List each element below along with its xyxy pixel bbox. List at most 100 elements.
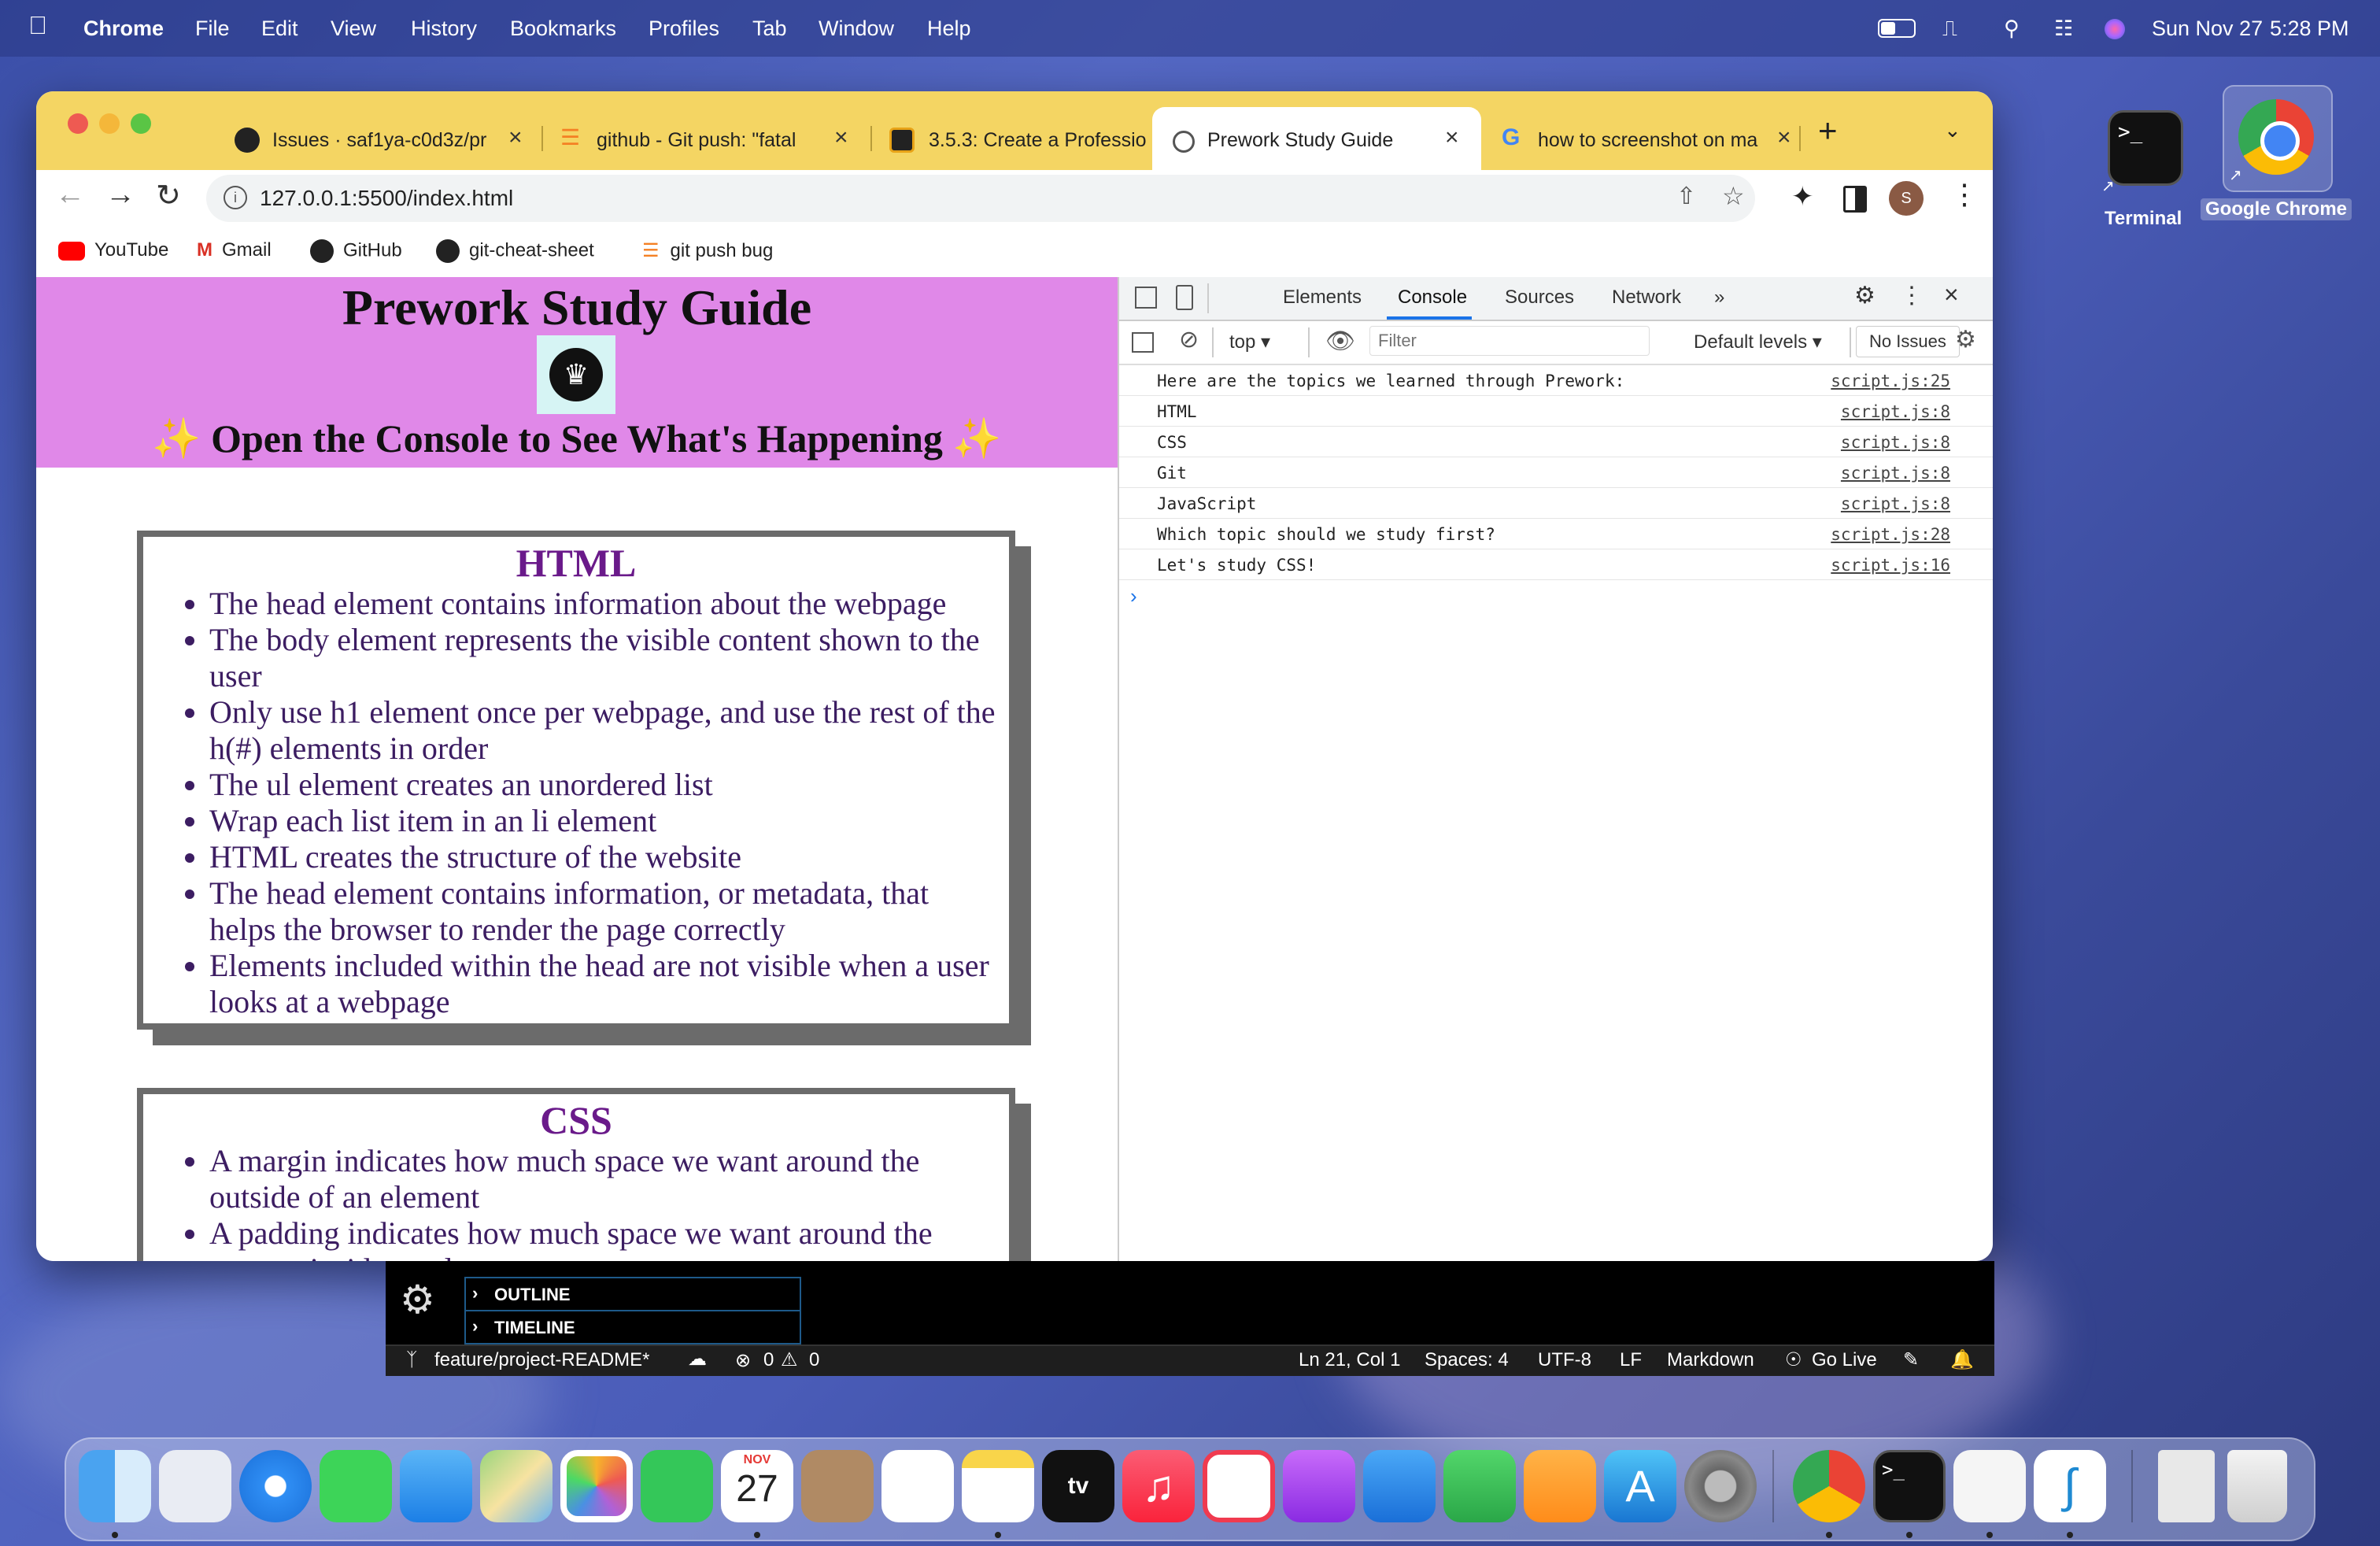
mail-icon[interactable] [400, 1450, 472, 1522]
console-source-link[interactable]: script.js:8 [1841, 402, 1950, 421]
menu-window[interactable]: Window [819, 14, 894, 43]
context-selector[interactable]: top ▾ [1229, 331, 1270, 353]
bookmark-gmail[interactable]: M Gmail [197, 239, 272, 261]
more-tabs-icon[interactable]: » [1714, 287, 1724, 309]
news-icon[interactable] [1203, 1450, 1275, 1522]
console-source-link[interactable]: script.js:8 [1841, 494, 1950, 513]
clear-console-icon[interactable]: ⊘ [1179, 326, 1199, 353]
console-source-link[interactable]: script.js:8 [1841, 433, 1950, 452]
devtools-tab-console[interactable]: Console [1398, 287, 1467, 309]
facetime-icon[interactable] [641, 1450, 713, 1522]
devtools-more-icon[interactable]: ⋮ [1900, 282, 1924, 309]
clock-date[interactable]: Sun Nov 27 [2152, 14, 2263, 43]
trash-icon[interactable] [2227, 1450, 2287, 1522]
spotlight-search-icon[interactable]: ⚲ [2004, 14, 2020, 43]
menu-app-name[interactable]: Chrome [83, 14, 164, 43]
desktop-icon-terminal[interactable]: >_ ↗ Terminal [2101, 105, 2188, 239]
finder-icon[interactable] [79, 1450, 151, 1522]
bookmark-youtube[interactable]: YouTube [58, 239, 168, 261]
devtools-tab-elements[interactable]: Elements [1283, 287, 1362, 309]
console-source-link[interactable]: script.js:25 [1831, 372, 1950, 390]
system-preferences-icon[interactable] [1684, 1450, 1757, 1522]
issues-badge[interactable]: No Issues [1856, 326, 1960, 357]
siri-icon[interactable] [2105, 19, 2125, 39]
tab-git-push-fatal[interactable]: ☰ github - Git push: "fatal × [543, 107, 866, 170]
console-filter-input[interactable] [1369, 326, 1650, 356]
close-devtools-icon[interactable]: × [1944, 280, 1959, 309]
profile-avatar[interactable]: S [1889, 181, 1924, 216]
reminders-icon[interactable] [881, 1450, 954, 1522]
terminal-icon[interactable]: >_ [1873, 1450, 1946, 1522]
menu-tab[interactable]: Tab [752, 14, 787, 43]
live-expression-eye-icon[interactable]: 👁 [1325, 327, 1355, 355]
tab-google-screenshot[interactable]: G how to screenshot on ma × [1491, 107, 1813, 170]
close-tab-icon[interactable]: × [508, 124, 523, 151]
tab-create-professional[interactable]: 3.5.3: Create a Professio × [872, 107, 1187, 170]
menu-bookmarks[interactable]: Bookmarks [510, 14, 616, 43]
inspect-element-icon[interactable] [1135, 287, 1157, 309]
back-icon[interactable]: ← [55, 178, 85, 212]
notes-icon[interactable] [962, 1450, 1034, 1522]
music-icon[interactable]: ♫ [1122, 1450, 1195, 1522]
feedback-icon[interactable]: ✎ [1903, 1348, 1919, 1371]
close-window-button[interactable] [68, 113, 88, 134]
language-mode[interactable]: Markdown [1667, 1349, 1754, 1371]
menu-profiles[interactable]: Profiles [649, 14, 719, 43]
close-tab-icon[interactable]: × [1777, 124, 1791, 151]
tv-icon[interactable]: tv [1042, 1450, 1114, 1522]
console-source-link[interactable]: script.js:8 [1841, 464, 1950, 483]
zoom-window-button[interactable] [131, 113, 151, 134]
reload-icon[interactable]: ↻ [156, 178, 181, 213]
podcasts-icon[interactable] [1283, 1450, 1355, 1522]
photos-icon[interactable] [560, 1450, 633, 1522]
manage-gear-icon[interactable]: ⚙ [400, 1277, 435, 1322]
clock-time[interactable]: 5:28 PM [2270, 14, 2349, 43]
source-control-branch-icon[interactable]: ᛉ [406, 1349, 417, 1371]
branch-name[interactable]: feature/project-README* [434, 1349, 649, 1371]
tab-prework-study-guide[interactable]: Prework Study Guide × [1152, 107, 1481, 170]
panel-outline[interactable]: › OUTLINE [464, 1277, 801, 1311]
broadcast-icon[interactable]: ☉ [1785, 1348, 1802, 1371]
menu-view[interactable]: View [331, 14, 376, 43]
desktop-icon-chrome[interactable]: ↗ Google Chrome [2199, 85, 2356, 227]
settings-icon[interactable]: ⚙ [1854, 282, 1876, 309]
warnings-icon[interactable]: ⚠ [781, 1348, 798, 1371]
battery-icon[interactable] [1878, 19, 1916, 38]
minimize-window-button[interactable] [99, 113, 120, 134]
end-of-line[interactable]: LF [1620, 1349, 1642, 1371]
errors-icon[interactable]: ⊗ [735, 1349, 751, 1372]
close-tab-icon[interactable]: × [1445, 124, 1459, 151]
close-tab-icon[interactable]: × [834, 124, 848, 151]
archive-icon[interactable] [2158, 1450, 2215, 1522]
notifications-bell-icon[interactable]: 🔔 [1950, 1348, 1974, 1371]
menu-history[interactable]: History [411, 14, 477, 43]
screen-mirroring-icon[interactable]: ⎍ [1942, 14, 1957, 43]
device-toolbar-icon[interactable] [1176, 285, 1193, 310]
encoding[interactable]: UTF-8 [1538, 1349, 1591, 1371]
warnings-count[interactable]: 0 [809, 1349, 819, 1371]
menu-edit[interactable]: Edit [261, 14, 298, 43]
tab-search-chevron-icon[interactable]: ⌄ [1944, 118, 1961, 142]
vscode-icon[interactable]: ∫ [2034, 1450, 2106, 1522]
console-source-link[interactable]: script.js:28 [1831, 525, 1950, 544]
indentation[interactable]: Spaces: 4 [1425, 1349, 1509, 1371]
sidebar-toggle-icon[interactable] [1132, 332, 1154, 353]
bookmark-github[interactable]: GitHub [310, 239, 402, 263]
control-center-icon[interactable]: ☷ [2054, 14, 2073, 43]
app-store-icon[interactable]: A [1604, 1450, 1676, 1522]
more-menu-icon[interactable]: ⋮ [1950, 178, 1979, 211]
pages-icon[interactable] [1524, 1450, 1596, 1522]
errors-count[interactable]: 0 [763, 1349, 774, 1371]
panel-timeline[interactable]: › TIMELINE [464, 1310, 801, 1344]
tab-github-issues[interactable]: Issues · saf1ya-c0d3z/pr × [194, 107, 532, 170]
share-icon[interactable]: ⇧ [1676, 183, 1696, 210]
devtools-tab-network[interactable]: Network [1612, 287, 1681, 309]
menu-file[interactable]: File [195, 14, 230, 43]
maps-icon[interactable] [480, 1450, 552, 1522]
url-text[interactable]: 127.0.0.1:5500/index.html [260, 186, 513, 211]
site-info-icon[interactable]: i [224, 186, 247, 209]
bookmark-git-cheat-sheet[interactable]: git-cheat-sheet [436, 239, 594, 263]
extensions-icon[interactable]: ✦ [1791, 181, 1814, 213]
log-levels-dropdown[interactable]: Default levels ▾ [1694, 331, 1822, 353]
bookmark-star-icon[interactable]: ☆ [1722, 181, 1745, 211]
